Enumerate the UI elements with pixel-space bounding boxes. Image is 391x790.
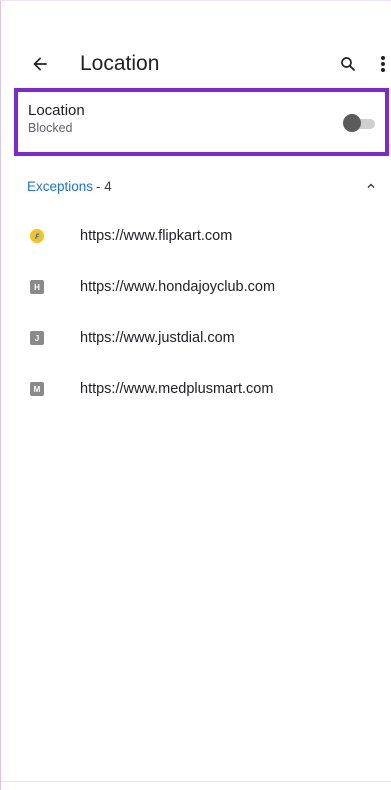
site-row-justdial[interactable]: J https://www.justdial.com	[1, 318, 391, 358]
exceptions-count: - 4	[96, 178, 112, 194]
back-arrow-icon	[33, 57, 47, 71]
app-bar: Location	[1, 39, 391, 89]
search-icon	[341, 57, 355, 71]
location-setting-row[interactable]: Location Blocked	[14, 88, 389, 156]
site-url: https://www.flipkart.com	[80, 228, 233, 244]
flipkart-icon	[30, 229, 44, 243]
letter-j-icon: J	[30, 331, 44, 345]
site-url: https://www.medplusmart.com	[80, 381, 274, 397]
location-toggle[interactable]	[343, 113, 375, 133]
site-url: https://www.justdial.com	[80, 330, 235, 346]
setting-title: Location	[28, 102, 85, 119]
more-options-button[interactable]	[377, 53, 389, 75]
more-vert-icon	[381, 56, 385, 72]
site-row-flipkart[interactable]: https://www.flipkart.com	[1, 216, 391, 256]
exceptions-header[interactable]: Exceptions - 4	[1, 171, 391, 201]
bottom-divider	[1, 781, 391, 782]
site-row-hondajoyclub[interactable]: H https://www.hondajoyclub.com	[1, 267, 391, 307]
chevron-up-icon	[367, 183, 375, 188]
page-title: Location	[80, 52, 160, 75]
back-button[interactable]	[29, 53, 51, 75]
location-settings-page: Location Location Blocked Exceptions - 4…	[0, 0, 391, 790]
collapse-button[interactable]	[363, 178, 379, 194]
letter-h-icon: H	[30, 280, 44, 294]
app-bar-actions	[337, 53, 391, 75]
search-button[interactable]	[337, 53, 359, 75]
site-row-medplusmart[interactable]: M https://www.medplusmart.com	[1, 369, 391, 409]
letter-m-icon: M	[30, 382, 44, 396]
site-url: https://www.hondajoyclub.com	[80, 279, 276, 295]
toggle-thumb	[343, 114, 361, 132]
exceptions-label: Exceptions	[27, 178, 94, 194]
setting-status: Blocked	[28, 121, 73, 135]
